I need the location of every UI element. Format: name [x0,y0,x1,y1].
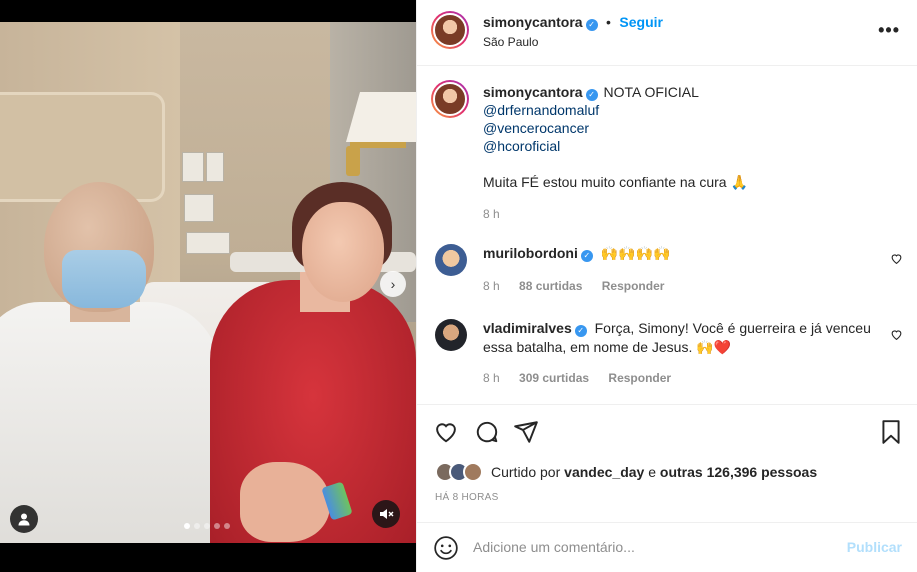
emoji-button[interactable] [433,535,459,566]
separator-dot: • [606,14,611,30]
likes-summary: Curtido por vandec_day e outras 126,396 … [435,460,817,484]
photo-woman-face [302,202,384,302]
carousel-indicator [184,523,230,529]
publish-button[interactable]: Publicar [847,539,902,555]
mention-link[interactable]: @hcoroficial [483,137,903,155]
post-location[interactable]: São Paulo [483,35,538,49]
comment-time[interactable]: 8 h [483,371,500,385]
commenter-avatar[interactable] [435,244,467,276]
likes-prefix: Curtido por [491,464,561,480]
post-header: simonycantora ✓ • Seguir São Paulo ••• [417,0,917,66]
post-photo [0,22,416,543]
avatar[interactable] [431,11,469,49]
photo-face-mask [62,250,146,308]
comment-username[interactable]: vladimiralves [483,320,572,336]
caption-avatar[interactable] [431,80,469,118]
follow-button[interactable]: Seguir [619,14,663,30]
post-caption: simonycantora ✓ NOTA OFICIAL @drfernandom… [483,83,903,223]
carousel-dot [204,523,210,529]
mute-icon [380,509,394,519]
more-options-button[interactable]: ••• [878,20,900,41]
user-tags-button[interactable] [10,505,38,533]
user-tag-icon [18,513,30,526]
reply-button[interactable]: Responder [608,371,671,385]
post-media[interactable]: › [0,0,416,572]
caption-username[interactable]: simonycantora [483,84,583,100]
comment-text: 🙌🙌🙌🙌 [600,245,671,261]
comment-item: vladimiralves ✓ Força, Simony! Você é gue… [483,319,883,388]
photo-socket [182,152,204,182]
commenter-avatar[interactable] [435,319,467,351]
carousel-dot [224,523,230,529]
post-timestamp[interactable]: HÁ 8 HORAS [435,492,499,503]
verified-icon: ✓ [585,19,598,31]
heart-icon [436,423,456,443]
bookmark-icon [882,420,900,444]
liker-username[interactable]: vandec_day [564,464,644,480]
comment-input[interactable]: Adicione um comentário... [473,539,813,555]
caption-time[interactable]: 8 h [483,205,903,223]
mention-link[interactable]: @drfernandomaluf [483,101,903,119]
post-actions-bar [417,404,917,458]
photo-socket [184,194,214,222]
comment-item: murilobordoni ✓ 🙌🙌🙌🙌 8 h 88 curtidas Resp… [483,244,883,296]
verified-icon: ✓ [585,89,598,101]
photo-lamp-base [346,146,360,176]
comment-composer: Adicione um comentário... Publicar [417,522,917,572]
others-likes-link[interactable]: outras 126,396 pessoas [660,464,817,480]
likes-conj: e [648,464,657,480]
post-details-panel: simonycantora ✓ • Seguir São Paulo ••• si… [416,0,917,572]
caption-title: NOTA OFICIAL [603,84,699,100]
carousel-dot [214,523,220,529]
carousel-dot [184,523,190,529]
photo-socket [186,232,230,254]
verified-icon: ✓ [574,325,587,337]
reply-button[interactable]: Responder [602,279,665,293]
caption-text: Muita FÉ estou muito confiante na cura 🙏 [483,174,748,190]
like-comment-button[interactable] [890,252,903,268]
carousel-dot [194,523,200,529]
save-button[interactable] [879,419,903,450]
photo-man-shirt [0,302,220,543]
share-icon [514,421,538,443]
mention-link[interactable]: @vencerocancer [483,119,903,137]
post-author-username[interactable]: simonycantora [483,14,583,30]
like-button[interactable] [433,419,459,450]
next-slide-button[interactable]: › [380,271,406,297]
liker-avatars [435,462,483,482]
photo-socket [206,152,224,182]
comment-likes[interactable]: 309 curtidas [519,371,589,385]
heart-icon [891,330,902,341]
like-comment-button[interactable] [890,328,903,344]
comment-time[interactable]: 8 h [483,279,500,293]
emoji-icon [434,536,458,560]
chevron-right-icon: › [390,276,396,292]
comment-button[interactable] [474,419,500,450]
comment-icon [476,421,498,443]
heart-icon [891,254,902,265]
audio-toggle-button[interactable] [372,500,400,528]
comment-username[interactable]: murilobordoni [483,245,578,261]
more-icon: ••• [878,20,900,40]
verified-icon: ✓ [580,250,593,262]
avatar[interactable] [463,462,483,482]
photo-woman-hand [240,462,330,542]
share-button[interactable] [513,419,539,450]
comment-likes[interactable]: 88 curtidas [519,279,582,293]
